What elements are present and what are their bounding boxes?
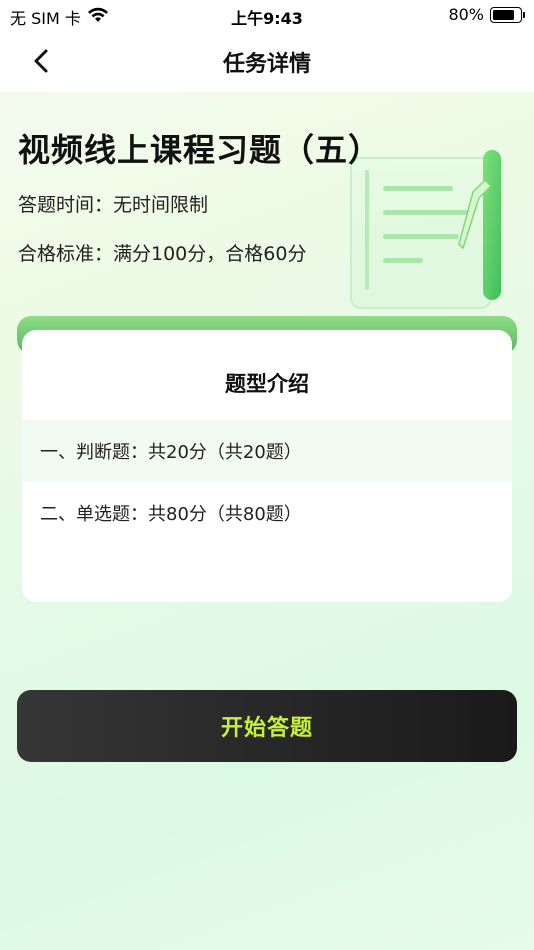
- battery-percent: 80%: [448, 5, 484, 24]
- status-bar: 无 SIM 卡 上午9:43 80%: [0, 0, 534, 30]
- battery-fill: [493, 9, 514, 20]
- question-type-card: 题型介绍 一、判断题：共20分（共20题） 二、单选题：共80分（共80题）: [22, 330, 512, 602]
- answer-time: 答题时间：无时间限制: [18, 194, 209, 216]
- status-right: 80%: [448, 5, 525, 24]
- card-title: 题型介绍: [225, 372, 309, 396]
- battery-icon: [490, 6, 525, 23]
- question-type-label: 二、单选题：共80分（共80题）: [40, 504, 302, 525]
- page-title: 任务详情: [222, 52, 311, 77]
- list-item: 二、单选题：共80分（共80题）: [22, 482, 512, 544]
- start-answer-button[interactable]: 开始答题: [17, 690, 517, 762]
- list-item: 一、判断题：共20分（共20题）: [22, 420, 512, 482]
- nav-bar: 任务详情: [0, 30, 534, 92]
- start-answer-label: 开始答题: [220, 716, 313, 741]
- course-title: 视频线上课程习题（五）: [18, 131, 382, 169]
- pass-standard: 合格标准：满分100分，合格60分: [18, 243, 307, 265]
- question-type-label: 一、判断题：共20分（共20题）: [40, 442, 302, 463]
